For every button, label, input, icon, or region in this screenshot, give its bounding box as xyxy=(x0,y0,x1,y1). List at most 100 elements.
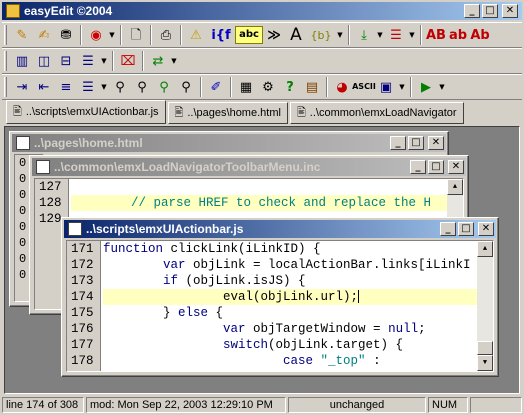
record-icon[interactable]: ◉ xyxy=(85,24,107,46)
book-icon[interactable]: ▤ xyxy=(301,76,323,98)
scroll-thumb[interactable] xyxy=(477,341,493,355)
minimize-button[interactable]: _ xyxy=(440,222,456,236)
tab-emxloadnavigator[interactable]: 🖹 ..\common\emxLoadNavigator xyxy=(289,102,464,124)
maximize-button[interactable]: □ xyxy=(482,4,498,18)
indent-left-icon[interactable]: ⇤ xyxy=(33,76,55,98)
tab-label: ..\scripts\emxUIActionbar.js xyxy=(25,106,159,118)
window-title: ..\pages\home.html xyxy=(34,136,143,150)
brace-match-icon[interactable]: i{f xyxy=(207,24,235,46)
save-all-icon[interactable]: ⛃ xyxy=(55,24,77,46)
indent-icon[interactable]: ≫ xyxy=(263,24,285,46)
separator xyxy=(180,25,182,45)
separator xyxy=(80,25,82,45)
separator xyxy=(120,25,122,45)
separator xyxy=(410,77,412,97)
ascii-table-icon[interactable]: ASCII xyxy=(352,76,376,98)
maximize-button[interactable]: □ xyxy=(458,222,474,236)
scroll-up-button[interactable]: ▲ xyxy=(477,241,493,257)
new-file-icon[interactable]: 🗋 xyxy=(125,24,147,46)
format-icon[interactable]: ☰ xyxy=(385,24,407,46)
print-icon[interactable]: ⎙ xyxy=(155,24,177,46)
split-vertical-icon[interactable]: ◫ xyxy=(33,50,55,72)
window-title-bar[interactable]: ..\scripts\emxUIActionbar.js xyxy=(64,220,496,238)
code-text: clickLink(iLinkID) { xyxy=(163,242,321,256)
chevron-down-icon[interactable]: ▼ xyxy=(375,24,385,46)
no-wrap-icon[interactable]: ⌧ xyxy=(117,50,139,72)
color-palette-icon[interactable]: ◕ xyxy=(331,76,353,98)
minimize-button[interactable]: _ xyxy=(390,136,406,150)
settings-icon[interactable]: ⚙ xyxy=(257,76,279,98)
chevron-down-icon[interactable]: ▼ xyxy=(107,24,117,46)
window-icon[interactable]: ▣ xyxy=(375,76,397,98)
toolbar-grip[interactable] xyxy=(4,51,7,71)
line-gutter: 171 172 173 174 175 176 177 178 xyxy=(67,241,101,371)
code-text: objLink = localActionBar.links[iLinkI xyxy=(185,258,471,272)
close-button[interactable]: ✕ xyxy=(478,222,494,236)
find-next-icon[interactable]: ⚲ xyxy=(131,76,153,98)
find-files-icon[interactable]: ⚲ xyxy=(175,76,197,98)
minimize-button[interactable]: _ xyxy=(410,160,426,174)
lowercase-icon[interactable]: ab xyxy=(447,24,469,46)
chevron-down-icon[interactable]: ▼ xyxy=(169,50,179,72)
split-horizontal-icon[interactable]: ⊟ xyxy=(55,50,77,72)
maximize-button[interactable]: □ xyxy=(428,160,444,174)
font-icon[interactable]: A xyxy=(285,24,307,46)
separator xyxy=(230,77,232,97)
insert-line-icon[interactable]: ⤓ xyxy=(353,24,375,46)
spell-check-icon[interactable]: abc xyxy=(235,26,263,44)
line-number: 173 xyxy=(71,274,94,288)
code-line: var objTargetWindow = null; xyxy=(103,321,477,337)
open-icon[interactable]: ✎ xyxy=(11,24,33,46)
keyword: var xyxy=(103,322,246,336)
chevron-down-icon[interactable]: ▼ xyxy=(437,76,447,98)
lines-icon[interactable]: ☰ xyxy=(77,76,99,98)
columns-icon[interactable]: ▥ xyxy=(11,50,33,72)
chevron-down-icon[interactable]: ▼ xyxy=(335,24,345,46)
status-resize-grip[interactable] xyxy=(470,397,522,413)
help-icon[interactable]: ? xyxy=(279,76,301,98)
window-caption-buttons: _ □ ✕ xyxy=(440,222,494,236)
app-icon xyxy=(6,4,20,18)
save-icon[interactable]: ✍ xyxy=(33,24,55,46)
lines-icon[interactable]: ☰ xyxy=(77,50,99,72)
export-icon[interactable]: ⇄ xyxy=(147,50,169,72)
properties-icon[interactable]: ▦ xyxy=(235,76,257,98)
chevron-down-icon[interactable]: ▼ xyxy=(99,50,109,72)
window-title-bar[interactable]: ..\common\emxLoadNavigatorToolbarMenu.in… xyxy=(32,158,466,176)
maximize-button[interactable]: □ xyxy=(408,136,424,150)
tab-home[interactable]: 🖹 ..\pages\home.html xyxy=(167,102,288,124)
close-button[interactable]: ✕ xyxy=(428,136,444,150)
keyword: function xyxy=(103,242,164,256)
align-icon[interactable]: ≡ xyxy=(55,76,77,98)
chevron-down-icon[interactable]: ▼ xyxy=(407,24,417,46)
minimize-button[interactable]: _ xyxy=(464,4,480,18)
toolbar-grip[interactable] xyxy=(4,77,7,97)
scroll-up-button[interactable]: ▲ xyxy=(447,179,463,195)
file-icon: 🖹 xyxy=(296,106,306,119)
code-text: ; xyxy=(418,322,426,336)
find-icon[interactable]: ⚲ xyxy=(109,76,131,98)
chevron-down-icon[interactable]: ▼ xyxy=(397,76,407,98)
find-replace-icon[interactable]: ⚲ xyxy=(153,76,175,98)
code-area[interactable]: function clickLink(iLinkID) { var objLin… xyxy=(103,241,477,369)
toolbar-grip[interactable] xyxy=(4,25,7,45)
run-icon[interactable]: ▶ xyxy=(415,76,437,98)
window-actionbar: ..\scripts\emxUIActionbar.js _ □ ✕ 171 1… xyxy=(61,217,499,377)
titlecase-icon[interactable]: Ab xyxy=(469,24,491,46)
braces-icon[interactable]: {b} xyxy=(307,24,335,46)
window-title-bar[interactable]: ..\pages\home.html xyxy=(12,134,446,152)
close-button[interactable]: ✕ xyxy=(448,160,464,174)
code-text: } xyxy=(103,306,179,320)
indent-right-icon[interactable]: ⇥ xyxy=(11,76,33,98)
status-line: line 174 of 308 xyxy=(2,397,84,413)
actionbar-editor[interactable]: 171 172 173 174 175 176 177 178 function… xyxy=(66,240,494,372)
vertical-scrollbar[interactable]: ▲ ▼ xyxy=(477,241,493,371)
close-button[interactable]: ✕ xyxy=(502,4,518,18)
warning-icon[interactable]: ⚠ xyxy=(185,24,207,46)
chevron-down-icon[interactable]: ▼ xyxy=(99,76,109,98)
highlight-icon[interactable]: ✐ xyxy=(205,76,227,98)
uppercase-icon[interactable]: AB xyxy=(425,24,447,46)
tab-emxuiactionbar[interactable]: 🖹 ..\scripts\emxUIActionbar.js xyxy=(6,100,166,124)
code-line-current: eval(objLink.url); xyxy=(103,289,477,305)
scroll-down-button[interactable]: ▼ xyxy=(477,355,493,371)
